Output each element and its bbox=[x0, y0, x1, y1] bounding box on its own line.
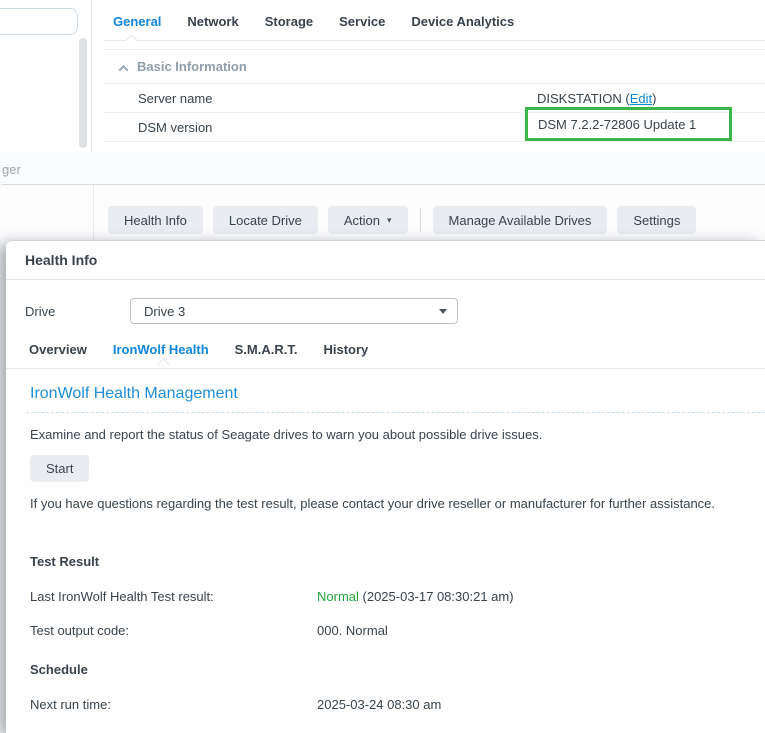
locate-drive-button-label: Locate Drive bbox=[229, 213, 302, 228]
server-name-suffix: ) bbox=[652, 91, 656, 106]
basic-information-section: Basic Information Server name DISKSTATIO… bbox=[104, 49, 765, 142]
schedule-heading: Schedule bbox=[30, 662, 88, 677]
server-name-text: DISKSTATION ( bbox=[537, 91, 630, 106]
tab-smart[interactable]: S.M.A.R.T. bbox=[235, 342, 298, 367]
desktop-backdrop: ger bbox=[0, 152, 765, 184]
server-name-value: DISKSTATION (Edit) bbox=[537, 91, 656, 106]
tab-ironwolf-health[interactable]: IronWolf Health bbox=[113, 342, 209, 367]
control-panel-content: General Network Storage Service Device A… bbox=[92, 0, 765, 152]
test-result-heading: Test Result bbox=[30, 554, 99, 569]
section-title: Basic Information bbox=[137, 59, 247, 74]
last-test-timestamp: (2025-03-17 08:30:21 am) bbox=[359, 589, 514, 604]
caret-down-icon: ▾ bbox=[387, 215, 392, 226]
window-title-fragment: ger bbox=[2, 162, 21, 177]
dsm-version-value: DSM 7.2.2-72806 Update 1 bbox=[538, 117, 696, 132]
start-button[interactable]: Start bbox=[30, 455, 89, 482]
tab-service[interactable]: Service bbox=[339, 12, 385, 39]
ironwolf-management-heading: IronWolf Health Management bbox=[30, 385, 238, 403]
manage-available-drives-button[interactable]: Manage Available Drives bbox=[433, 206, 608, 234]
dialog-tabs: Overview IronWolf Health S.M.A.R.T. Hist… bbox=[29, 342, 368, 367]
settings-button[interactable]: Settings bbox=[617, 206, 696, 234]
next-run-label: Next run time: bbox=[30, 697, 111, 712]
control-panel-region: General Network Storage Service Device A… bbox=[0, 0, 765, 152]
dsm-version-label: DSM version bbox=[138, 120, 212, 135]
action-dropdown-button[interactable]: Action ▾ bbox=[328, 206, 408, 234]
tab-ironwolf-health-label: IronWolf Health bbox=[113, 342, 209, 357]
tab-storage[interactable]: Storage bbox=[265, 12, 313, 39]
locate-drive-button[interactable]: Locate Drive bbox=[213, 206, 318, 234]
edit-link[interactable]: Edit bbox=[630, 91, 652, 106]
drive-label: Drive bbox=[25, 304, 55, 319]
search-input[interactable] bbox=[0, 8, 78, 35]
health-info-button[interactable]: Health Info bbox=[108, 206, 203, 234]
tab-history[interactable]: History bbox=[323, 342, 368, 367]
output-code-value: 000. Normal bbox=[317, 623, 388, 638]
settings-button-label: Settings bbox=[633, 213, 680, 228]
dashed-divider bbox=[26, 412, 765, 413]
dialog-tabbar-border bbox=[6, 368, 765, 369]
action-button-label: Action bbox=[344, 213, 380, 228]
note-text: If you have questions regarding the test… bbox=[30, 493, 758, 514]
dsm-version-highlight-box: DSM 7.2.2-72806 Update 1 bbox=[525, 107, 732, 141]
dialog-title: Health Info bbox=[25, 252, 97, 268]
storage-manager-toolbar: Health Info Locate Drive Action ▾ Manage … bbox=[108, 206, 696, 234]
start-button-label: Start bbox=[46, 461, 73, 476]
output-code-label: Test output code: bbox=[30, 623, 129, 638]
drive-select-value: Drive 3 bbox=[144, 304, 185, 319]
next-run-value: 2025-03-24 08:30 am bbox=[317, 697, 441, 712]
storage-manager-divider bbox=[93, 185, 94, 241]
dialog-header: Health Info bbox=[6, 241, 765, 280]
tab-network[interactable]: Network bbox=[187, 12, 238, 39]
tab-general[interactable]: General bbox=[113, 12, 161, 39]
status-normal: Normal bbox=[317, 589, 359, 604]
dsm-version-row: DSM version DSM 7.2.2-72806 Update 1 bbox=[104, 113, 765, 142]
sidebar-scrollbar[interactable] bbox=[79, 38, 87, 148]
tab-device-analytics[interactable]: Device Analytics bbox=[411, 12, 514, 39]
toolbar-separator bbox=[420, 208, 421, 232]
description-text: Examine and report the status of Seagate… bbox=[30, 427, 758, 442]
dropdown-caret-icon bbox=[439, 309, 447, 314]
server-name-label: Server name bbox=[138, 91, 212, 106]
manage-drives-button-label: Manage Available Drives bbox=[449, 213, 592, 228]
tabbar-border bbox=[104, 40, 765, 41]
section-header[interactable]: Basic Information bbox=[104, 49, 765, 84]
chevron-up-icon bbox=[119, 65, 129, 75]
health-info-dialog: Health Info Drive Drive 3 Overview IronW… bbox=[6, 240, 765, 733]
health-info-button-label: Health Info bbox=[124, 213, 187, 228]
control-panel-tabs: General Network Storage Service Device A… bbox=[113, 12, 514, 39]
tab-overview[interactable]: Overview bbox=[29, 342, 87, 367]
last-test-value: Normal (2025-03-17 08:30:21 am) bbox=[317, 589, 514, 604]
last-test-label: Last IronWolf Health Test result: bbox=[30, 589, 214, 604]
drive-select-dropdown[interactable]: Drive 3 bbox=[130, 298, 458, 324]
